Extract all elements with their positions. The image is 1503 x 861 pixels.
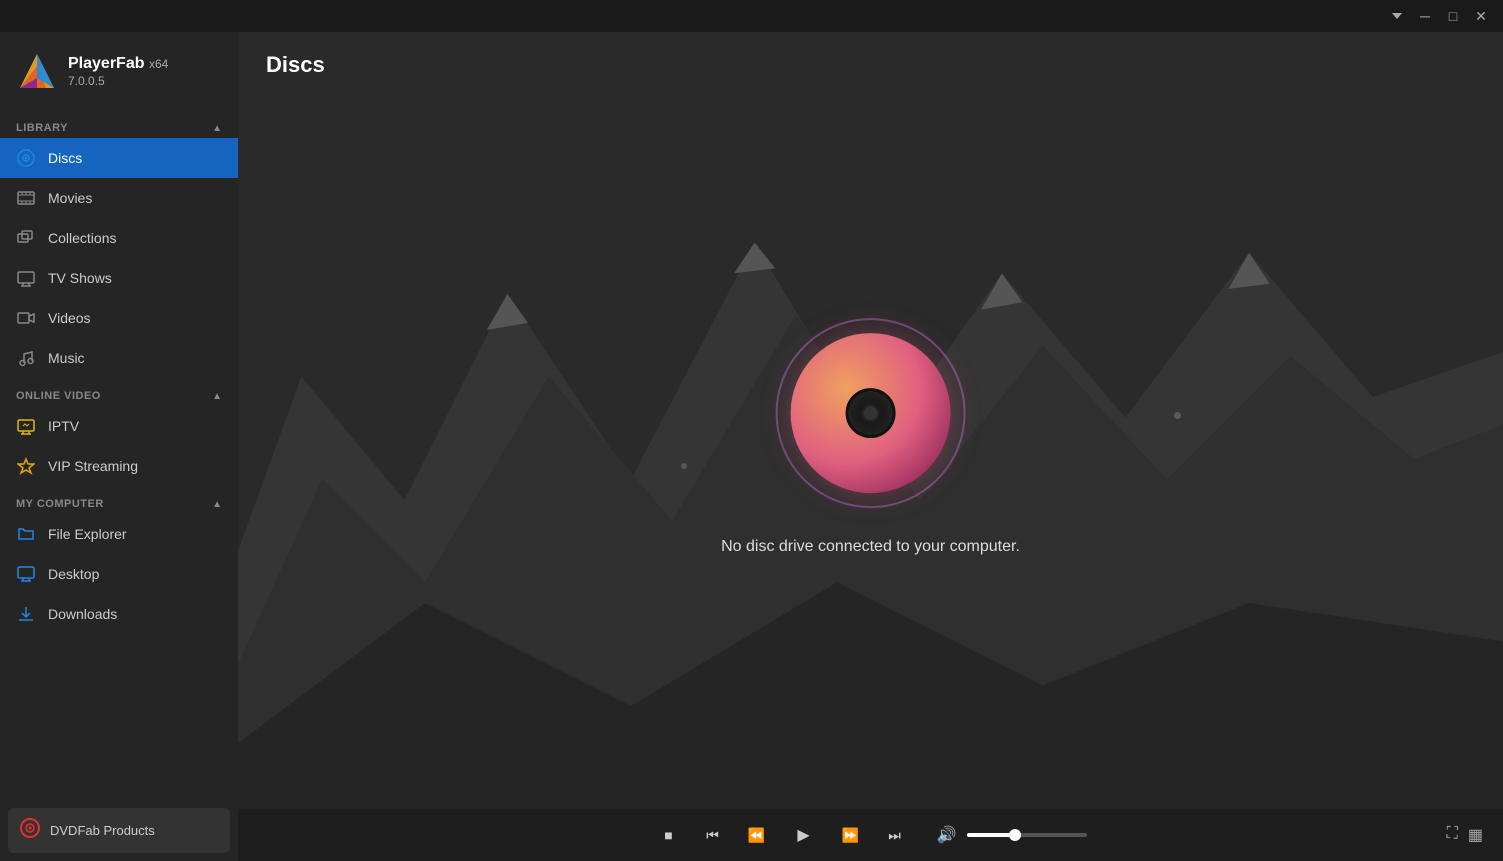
music-label: Music	[48, 350, 85, 366]
movies-icon	[16, 188, 36, 208]
sidebar-item-discs[interactable]: Discs	[0, 138, 238, 178]
sidebar-item-iptv[interactable]: IPTV	[0, 406, 238, 446]
movies-label: Movies	[48, 190, 92, 206]
downloads-label: Downloads	[48, 606, 117, 622]
vip-icon	[16, 456, 36, 476]
main-content: Discs	[238, 32, 1503, 861]
online-chevron-icon: ▲	[212, 391, 222, 402]
sidebar-item-vip-streaming[interactable]: VIP Streaming	[0, 446, 238, 486]
dvdfab-bar: DVDFab Products	[0, 800, 238, 861]
disc-icon	[16, 148, 36, 168]
logo-area: PlayerFab x64 7.0.0.5	[0, 32, 238, 110]
play-button[interactable]: ▶	[787, 818, 821, 852]
app-logo	[16, 50, 58, 92]
fullscreen-button[interactable]: ⛶	[1447, 825, 1458, 845]
volume-area: 🔊	[933, 821, 1087, 849]
app-name: PlayerFab x64	[68, 54, 168, 73]
disc-center-dot	[861, 404, 879, 422]
volume-bar[interactable]	[967, 833, 1087, 837]
volume-icon[interactable]: 🔊	[933, 821, 961, 849]
volume-thumb[interactable]	[1009, 829, 1021, 841]
online-video-section-header[interactable]: ONLINE VIDEO ▲	[0, 382, 238, 406]
restore-button[interactable]: □	[1439, 2, 1467, 30]
desktop-label: Desktop	[48, 566, 99, 582]
previous-button[interactable]: ⏮	[699, 821, 727, 849]
downloads-icon	[16, 604, 36, 624]
tv-shows-label: TV Shows	[48, 270, 112, 286]
next-button[interactable]: ⏭	[881, 821, 909, 849]
collections-icon	[16, 228, 36, 248]
volume-fill	[967, 833, 1015, 837]
dvdfab-label: DVDFab Products	[50, 823, 155, 838]
iptv-icon	[16, 416, 36, 436]
page-title-bar: Discs	[238, 32, 1503, 88]
my-computer-section-header[interactable]: My Computer ▲	[0, 490, 238, 514]
computer-chevron-icon: ▲	[212, 499, 222, 510]
fastforward-button[interactable]: ⏩	[837, 821, 865, 849]
desktop-icon	[16, 564, 36, 584]
sidebar-item-tv-shows[interactable]: TV Shows	[0, 258, 238, 298]
app-version: 7.0.0.5	[68, 74, 168, 88]
discs-label: Discs	[48, 150, 82, 166]
no-drive-message: No disc drive connected to your computer…	[721, 538, 1020, 556]
sidebar-item-music[interactable]: Music	[0, 338, 238, 378]
library-section-label: Library	[16, 122, 68, 134]
disc-display: No disc drive connected to your computer…	[721, 318, 1020, 556]
my-computer-label: My Computer	[16, 498, 104, 510]
dvdfab-icon	[20, 818, 40, 843]
titlebar: ─ □ ✕	[0, 0, 1503, 32]
collections-label: Collections	[48, 230, 116, 246]
file-explorer-icon	[16, 524, 36, 544]
disc-icon-visual	[775, 318, 965, 508]
tv-icon	[16, 268, 36, 288]
grid-button[interactable]: ▦	[1468, 825, 1483, 845]
close-button[interactable]: ✕	[1467, 2, 1495, 30]
videos-icon	[16, 308, 36, 328]
logo-text: PlayerFab x64 7.0.0.5	[68, 54, 168, 87]
library-chevron-icon: ▲	[212, 123, 222, 134]
sidebar-item-videos[interactable]: Videos	[0, 298, 238, 338]
app-body: PlayerFab x64 7.0.0.5 Library ▲ Discs Mo…	[0, 32, 1503, 861]
dvdfab-products-button[interactable]: DVDFab Products	[8, 808, 230, 853]
iptv-label: IPTV	[48, 418, 79, 434]
rewind-button[interactable]: ⏪	[743, 821, 771, 849]
sidebar-item-desktop[interactable]: Desktop	[0, 554, 238, 594]
online-video-label: ONLINE VIDEO	[16, 390, 101, 402]
sidebar-item-collections[interactable]: Collections	[0, 218, 238, 258]
videos-label: Videos	[48, 310, 91, 326]
sidebar: PlayerFab x64 7.0.0.5 Library ▲ Discs Mo…	[0, 32, 238, 861]
titlebar-dropdown[interactable]	[1383, 2, 1411, 30]
minimize-button[interactable]: ─	[1411, 2, 1439, 30]
content-area: No disc drive connected to your computer…	[238, 88, 1503, 809]
playback-right-controls: ⛶ ▦	[1447, 825, 1483, 845]
vip-streaming-label: VIP Streaming	[48, 458, 138, 474]
playback-bar: ■ ⏮ ⏪ ▶ ⏩ ⏭ 🔊 ⛶ ▦	[238, 809, 1503, 861]
stop-button[interactable]: ■	[655, 821, 683, 849]
music-icon	[16, 348, 36, 368]
page-title: Discs	[266, 52, 325, 77]
sidebar-item-file-explorer[interactable]: File Explorer	[0, 514, 238, 554]
sidebar-item-downloads[interactable]: Downloads	[0, 594, 238, 634]
sidebar-item-movies[interactable]: Movies	[0, 178, 238, 218]
dot-2	[681, 463, 687, 469]
library-section-header[interactable]: Library ▲	[0, 114, 238, 138]
file-explorer-label: File Explorer	[48, 526, 127, 542]
